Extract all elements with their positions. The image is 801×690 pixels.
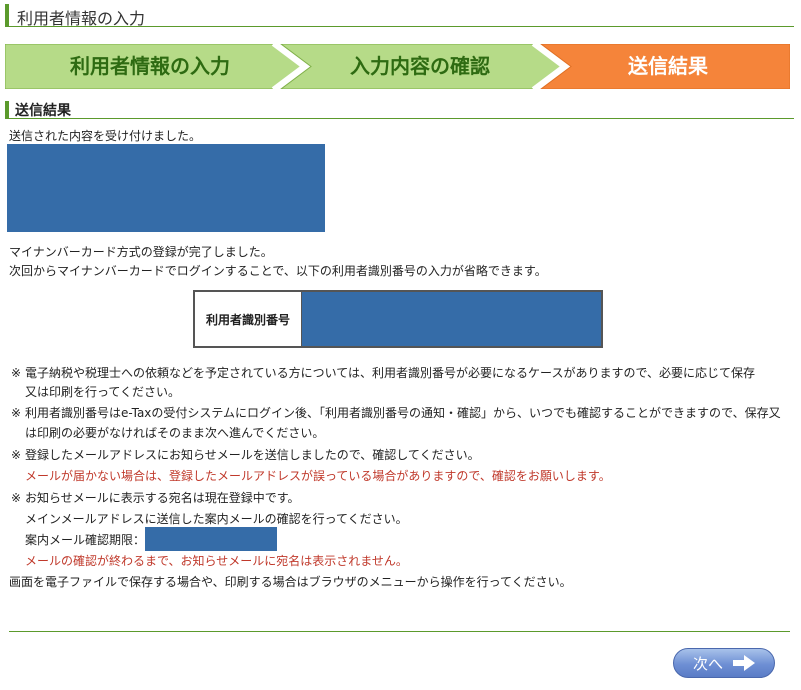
note-mark: ※: [11, 366, 22, 380]
progress-steps: 利用者情報の入力 入力内容の確認 送信結果: [5, 44, 790, 89]
note-3-warning: メールが届かない場合は、登録したメールアドレスが誤っている場合がありますので、確…: [25, 469, 611, 483]
section-title: 送信結果: [15, 103, 71, 119]
note-4-text: お知らせメールに表示する宛名は現在登録中です。: [25, 491, 300, 505]
note-3-text: 登録したメールアドレスにお知らせメールを送信しましたので、確認してください。: [25, 448, 480, 462]
next-button[interactable]: 次へ: [673, 648, 775, 678]
complete-message-1: マイナンバーカード方式の登録が完了しました。: [9, 245, 273, 259]
user-id-value-redacted: [302, 292, 601, 346]
note-2-continued: は印刷の必要がなければそのまま次へ進んでください。: [25, 426, 325, 440]
page-header: 利用者情報の入力: [5, 4, 794, 28]
note-2-text: 利用者識別番号はe-Taxの受付システムにログイン後、「利用者識別番号の通知・確…: [25, 406, 781, 420]
complete-message-2: 次回からマイナンバーカードでログインすることで、以下の利用者識別番号の入力が省略…: [9, 264, 547, 278]
note-mark: ※: [11, 448, 22, 462]
deadline-label: 案内メール確認期限：: [25, 533, 146, 547]
note-3: ※ 登録したメールアドレスにお知らせメールを送信しましたので、確認してください。: [11, 446, 480, 463]
note-1-continued: 又は印刷を行ってください。: [25, 385, 181, 399]
redacted-block: [7, 144, 325, 232]
next-button-label: 次へ: [692, 654, 723, 673]
step-3-label: 送信結果: [628, 54, 708, 78]
note-2: ※ 利用者識別番号はe-Taxの受付システムにログイン後、「利用者識別番号の通知・…: [11, 404, 781, 421]
note-4-continued: メインメールアドレスに送信した案内メールの確認を行ってください。: [25, 512, 408, 526]
arrow-right-icon: [733, 655, 755, 671]
page-title: 利用者情報の入力: [17, 9, 146, 28]
note-1: ※ 電子納税や税理士への依頼などを予定されている方については、利用者識別番号が必要…: [11, 364, 755, 381]
note-1-text: 電子納税や税理士への依頼などを予定されている方については、利用者識別番号が必要に…: [25, 366, 755, 380]
footer-note: 画面を電子ファイルで保存する場合や、印刷する場合はブラウザのメニューから操作を行…: [9, 575, 572, 589]
step-2-label: 入力内容の確認: [350, 54, 490, 78]
step-1-label: 利用者情報の入力: [70, 54, 230, 78]
user-id-header: 利用者識別番号: [195, 292, 302, 346]
received-message: 送信された内容を受け付けました。: [9, 129, 202, 143]
deadline-value-redacted: [145, 527, 277, 551]
note-mark: ※: [11, 406, 22, 420]
note-4: ※ お知らせメールに表示する宛名は現在登録中です。: [11, 489, 300, 506]
section-heading: 送信結果: [5, 101, 794, 119]
bottom-divider: [9, 631, 790, 632]
note-4-warning: メールの確認が終わるまで、お知らせメールに宛名は表示されません。: [25, 554, 408, 568]
note-mark: ※: [11, 491, 22, 505]
user-id-table: 利用者識別番号: [193, 290, 603, 348]
